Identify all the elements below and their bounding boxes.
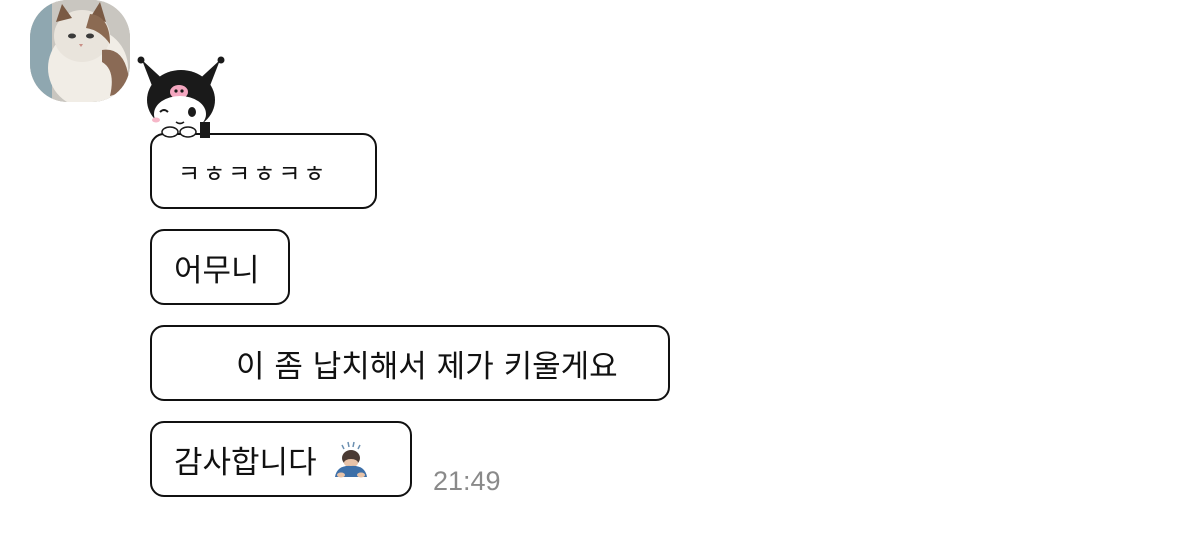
message-bubble[interactable]: ㅋㅎㅋㅎㅋㅎ (150, 133, 377, 209)
message-text: ㅋㅎㅋㅎㅋㅎ (178, 159, 329, 188)
message-text: 이 좀 납치해서 제가 키울게요 (236, 348, 618, 385)
kuromi-sticker-icon (134, 56, 228, 138)
cat-avatar-icon[interactable] (30, 0, 130, 102)
bowing-person-icon (331, 439, 371, 479)
message-text: 어무니 (174, 252, 260, 289)
message-bubble[interactable]: 어무니 (150, 229, 290, 305)
chat-thread: ㅋㅎㅋㅎㅋㅎ 어무니 이 좀 납치해서 제가 키울게요 감사합니다 21:49 (0, 0, 1179, 540)
message-text: 감사합니다 (174, 444, 317, 481)
message-timestamp: 21:49 (433, 466, 501, 496)
message-bubble[interactable]: 이 좀 납치해서 제가 키울게요 (150, 325, 670, 401)
message-bubble[interactable]: 감사합니다 (150, 421, 412, 497)
